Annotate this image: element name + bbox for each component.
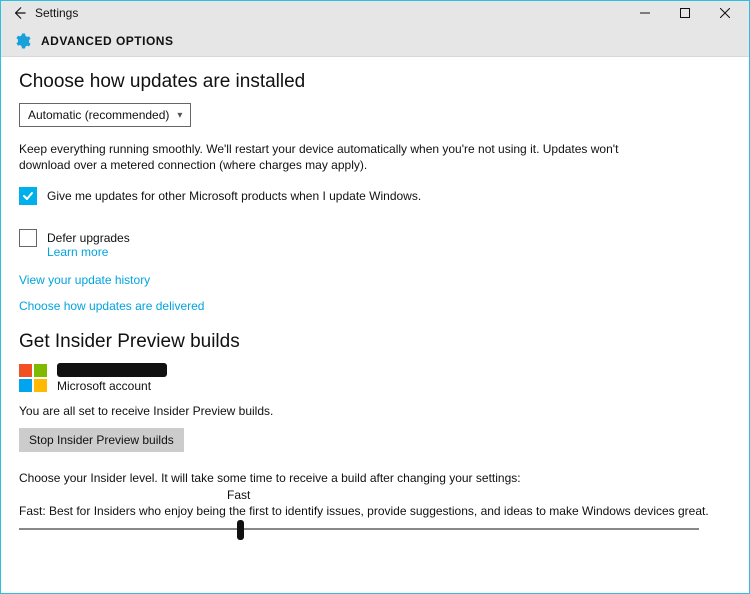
insider-ready-text: You are all set to receive Insider Previ… bbox=[19, 403, 659, 419]
window-title: Settings bbox=[35, 6, 78, 20]
slider-description: Fast: Best for Insiders who enjoy being … bbox=[19, 492, 731, 518]
maximize-button[interactable] bbox=[665, 1, 705, 25]
slider-thumb[interactable] bbox=[237, 520, 244, 540]
windows-logo-icon bbox=[19, 364, 47, 392]
content-area: Choose how updates are installed Automat… bbox=[1, 57, 749, 593]
checkbox-other-products-label: Give me updates for other Microsoft prod… bbox=[47, 189, 421, 203]
checkbox-defer-label: Defer upgrades bbox=[47, 231, 130, 245]
insider-heading: Get Insider Preview builds bbox=[19, 331, 731, 353]
stop-insider-button[interactable]: Stop Insider Preview builds bbox=[19, 428, 184, 452]
maximize-icon bbox=[680, 8, 690, 18]
install-mode-dropdown[interactable]: Automatic (recommended) ▾ bbox=[19, 103, 191, 127]
link-update-history[interactable]: View your update history bbox=[19, 273, 150, 287]
chevron-down-icon: ▾ bbox=[177, 110, 182, 121]
account-type: Microsoft account bbox=[57, 379, 167, 393]
link-learn-more[interactable]: Learn more bbox=[47, 245, 108, 259]
header-ribbon: ADVANCED OPTIONS bbox=[1, 25, 749, 57]
checkbox-defer[interactable] bbox=[19, 229, 37, 247]
dropdown-value: Automatic (recommended) bbox=[28, 108, 169, 122]
checkmark-icon bbox=[22, 190, 34, 202]
arrow-left-icon bbox=[12, 6, 26, 20]
title-bar: Settings bbox=[1, 1, 749, 25]
link-updates-delivered[interactable]: Choose how updates are delivered bbox=[19, 299, 204, 313]
updates-heading: Choose how updates are installed bbox=[19, 71, 731, 93]
account-info: Microsoft account bbox=[19, 363, 731, 393]
checkbox-row-other-products: Give me updates for other Microsoft prod… bbox=[19, 187, 731, 205]
minimize-button[interactable] bbox=[625, 1, 665, 25]
checkbox-other-products[interactable] bbox=[19, 187, 37, 205]
minimize-icon bbox=[640, 8, 650, 18]
slider-value-label: Fast bbox=[227, 488, 250, 502]
gear-icon bbox=[13, 32, 31, 50]
account-email-redacted bbox=[57, 363, 167, 377]
close-button[interactable] bbox=[705, 1, 745, 25]
insider-level-intro: Choose your Insider level. It will take … bbox=[19, 470, 659, 486]
close-icon bbox=[720, 8, 730, 18]
insider-level-slider[interactable] bbox=[19, 528, 699, 530]
insider-level-slider-wrap: Fast Fast: Best for Insiders who enjoy b… bbox=[19, 492, 731, 530]
back-button[interactable] bbox=[9, 3, 29, 23]
window-controls bbox=[625, 1, 745, 25]
updates-description: Keep everything running smoothly. We'll … bbox=[19, 141, 659, 173]
page-title: ADVANCED OPTIONS bbox=[41, 34, 173, 48]
